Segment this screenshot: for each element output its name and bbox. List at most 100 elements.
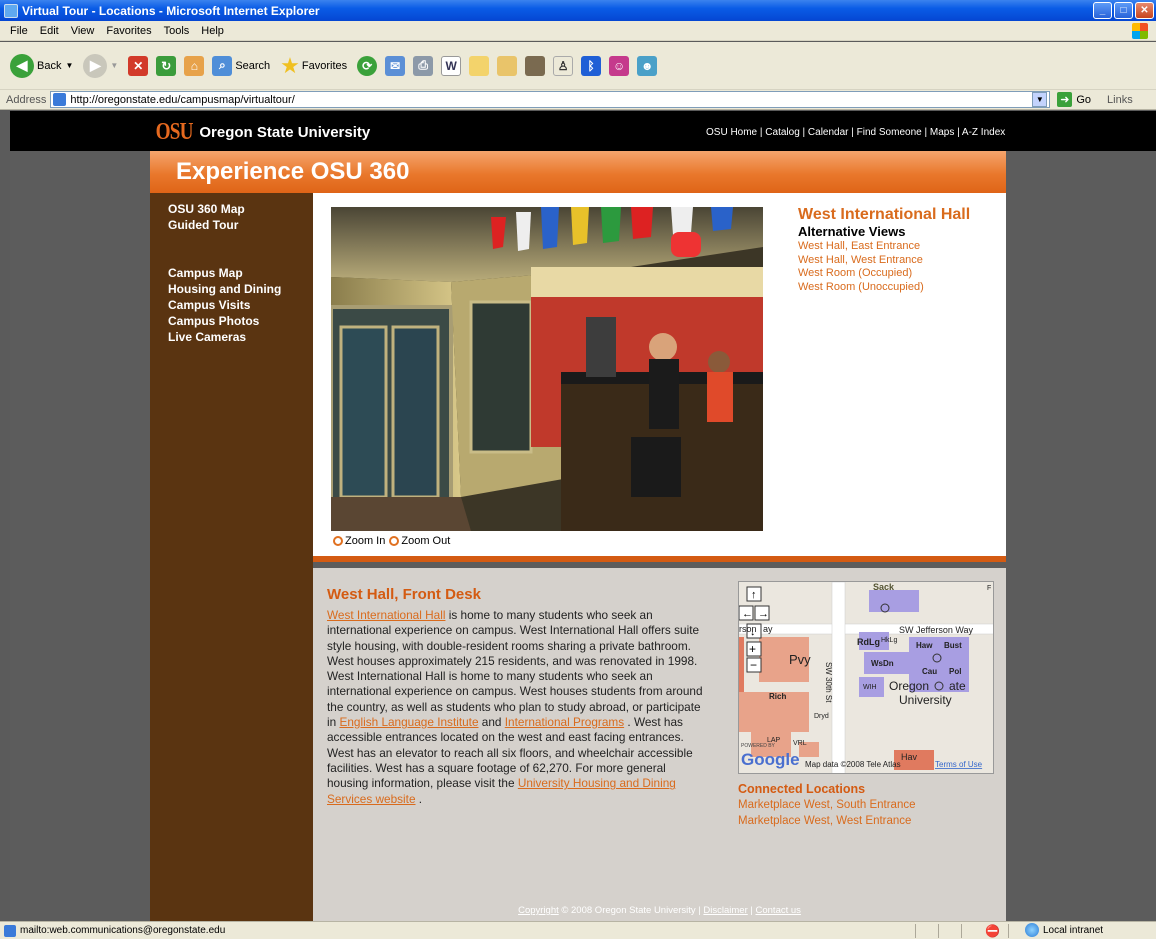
zoom-out-icon — [389, 536, 400, 547]
map-label-vrl: VRL — [793, 740, 807, 747]
map-powered-by: POWERED BY — [741, 743, 776, 749]
location-info: West International Hall Alternative View… — [798, 206, 970, 294]
menu-file[interactable]: File — [4, 25, 34, 37]
map-label-dryd: Dryd — [814, 713, 829, 720]
menu-bar: File Edit View Favorites Tools Help — [0, 21, 1156, 41]
header-links: OSU Home | Catalog | Calendar | Find Som… — [706, 127, 1006, 138]
page-icon — [53, 93, 67, 106]
panorama-viewer[interactable] — [331, 207, 763, 531]
back-button[interactable]: ◀ Back ▼ — [10, 53, 73, 78]
contact-us-link[interactable]: Contact us — [756, 905, 801, 916]
map-pan-up-icon: ↑ — [751, 589, 757, 601]
zoom-controls: Zoom In Zoom Out — [333, 535, 450, 547]
alt-view-link[interactable]: West Hall, East Entrance — [798, 240, 970, 254]
address-dropdown-icon[interactable]: ▼ — [1032, 92, 1048, 107]
link-calendar[interactable]: Calendar — [808, 127, 849, 138]
address-input[interactable]: http://oregonstate.edu/campusmap/virtual… — [50, 91, 1051, 108]
menu-tools[interactable]: Tools — [158, 25, 196, 37]
osu-header: OSU Oregon State University OSU Home | C… — [10, 111, 1156, 151]
menu-edit[interactable]: Edit — [34, 25, 65, 37]
edit-icon[interactable]: W — [441, 55, 462, 76]
osu-logo[interactable]: OSU Oregon State University — [151, 119, 371, 146]
forward-button[interactable]: ▶ ▼ — [83, 53, 118, 78]
stop-icon[interactable]: ✕ — [128, 55, 149, 76]
history-icon[interactable]: ⟳ — [357, 55, 378, 76]
forward-arrow-icon: ▶ — [83, 53, 108, 78]
windows-logo-icon — [1132, 23, 1148, 39]
popup-blocker-icon[interactable]: ⛔ — [985, 924, 1000, 938]
page-status-icon — [4, 924, 16, 937]
page-title: Experience OSU 360 — [176, 158, 410, 185]
menu-view[interactable]: View — [65, 25, 101, 37]
window-titlebar: Virtual Tour - Locations - Microsoft Int… — [0, 0, 1156, 21]
messenger-icon[interactable]: ♙ — [553, 55, 574, 76]
folder-icon[interactable] — [469, 55, 490, 76]
sidebar-nav: OSU 360 Map Guided Tour Campus Map Housi… — [150, 193, 313, 921]
refresh-icon[interactable]: ↻ — [156, 55, 177, 76]
close-button[interactable]: ✕ — [1135, 2, 1154, 19]
links-button[interactable]: Links — [1107, 94, 1133, 106]
page-viewport: OSU Oregon State University OSU Home | C… — [10, 111, 1156, 921]
map-label-cau: Cau — [922, 667, 937, 676]
map-label-osu2: ate — [949, 679, 966, 693]
map-label-bust: Bust — [944, 641, 962, 650]
sidebar-item-guided-tour[interactable]: Guided Tour — [168, 217, 295, 233]
sidebar-item-live-cameras[interactable]: Live Cameras — [168, 329, 295, 345]
forward-dropdown-icon[interactable]: ▼ — [110, 61, 118, 70]
zoom-in-button[interactable]: Zoom In — [333, 535, 385, 547]
link-catalog[interactable]: Catalog — [765, 127, 799, 138]
back-dropdown-icon[interactable]: ▼ — [65, 61, 73, 70]
alt-view-link[interactable]: West Room (Occupied) — [798, 267, 970, 281]
link-maps[interactable]: Maps — [930, 127, 954, 138]
campus-map-graphic: ↑ ← → ↓ + − Sack SW Jefferson Way rson a… — [739, 582, 993, 773]
minimize-button[interactable]: _ — [1093, 2, 1112, 19]
west-international-hall-link[interactable]: West International Hall — [327, 608, 445, 622]
people-icon[interactable]: ☻ — [637, 55, 658, 76]
map-zoom-out-icon: − — [750, 658, 757, 672]
sidebar-item-campus-photos[interactable]: Campus Photos — [168, 313, 295, 329]
map-label-osu1: Oregon — [889, 679, 929, 693]
print-icon[interactable]: ⎙ — [413, 55, 434, 76]
sidebar-item-campus-map[interactable]: Campus Map — [168, 265, 295, 281]
window-title: Virtual Tour - Locations - Microsoft Int… — [22, 3, 320, 18]
favorites-star-icon: ★ — [280, 52, 300, 78]
menu-help[interactable]: Help — [195, 25, 230, 37]
international-programs-link[interactable]: International Programs — [505, 715, 624, 729]
sidebar-item-housing-and-dining[interactable]: Housing and Dining — [168, 281, 295, 297]
connected-locations: Connected Locations Marketplace West, So… — [738, 781, 916, 829]
panorama-photo — [331, 207, 763, 531]
disclaimer-link[interactable]: Disclaimer — [703, 905, 747, 916]
connected-location-link[interactable]: Marketplace West, South Entrance — [738, 797, 916, 813]
favorites-button[interactable]: ★ Favorites — [280, 53, 347, 79]
smiley-icon[interactable]: ☺ — [609, 55, 630, 76]
campus-map[interactable]: ↑ ← → ↓ + − Sack SW Jefferson Way rson a… — [738, 581, 994, 774]
back-arrow-icon: ◀ — [10, 53, 34, 78]
english-language-institute-link[interactable]: English Language Institute — [339, 715, 478, 729]
map-label-rich: Rich — [769, 692, 786, 701]
go-button[interactable]: ➜ Go — [1057, 92, 1091, 107]
link-find-someone[interactable]: Find Someone — [857, 127, 922, 138]
connected-location-link[interactable]: Marketplace West, West Entrance — [738, 813, 916, 829]
zoom-out-button[interactable]: Zoom Out — [389, 535, 450, 547]
home-icon[interactable]: ⌂ — [184, 55, 205, 76]
standard-toolbar: ◀ Back ▼ ▶ ▼ ✕ ↻ ⌂ ⌕ Search ★ Favorites … — [0, 42, 1156, 90]
alt-view-link[interactable]: West Hall, West Entrance — [798, 254, 970, 268]
favorites-label: Favorites — [301, 59, 348, 72]
copyright-link[interactable]: Copyright — [518, 905, 559, 916]
mail-icon[interactable]: ✉ — [385, 55, 406, 76]
archive-icon[interactable] — [525, 55, 546, 76]
page-footer: Copyright © 2008 Oregon State University… — [518, 905, 801, 916]
connected-locations-heading: Connected Locations — [738, 782, 866, 796]
status-bar: mailto:web.communications@oregonstate.ed… — [0, 921, 1156, 939]
link-osu-home[interactable]: OSU Home — [706, 127, 757, 138]
alternative-views-heading: Alternative Views — [798, 224, 906, 239]
bluetooth-icon[interactable]: ᛒ — [581, 55, 602, 76]
search-button[interactable]: ⌕ Search — [212, 55, 270, 76]
research-icon[interactable] — [497, 55, 518, 76]
sidebar-item-campus-visits[interactable]: Campus Visits — [168, 297, 295, 313]
maximize-button[interactable]: □ — [1114, 2, 1133, 19]
link-a-z-index[interactable]: A-Z Index — [962, 127, 1005, 138]
sidebar-item-osu-360-map[interactable]: OSU 360 Map — [168, 201, 295, 217]
alt-view-link[interactable]: West Room (Unoccupied) — [798, 281, 970, 295]
menu-favorites[interactable]: Favorites — [100, 25, 157, 37]
